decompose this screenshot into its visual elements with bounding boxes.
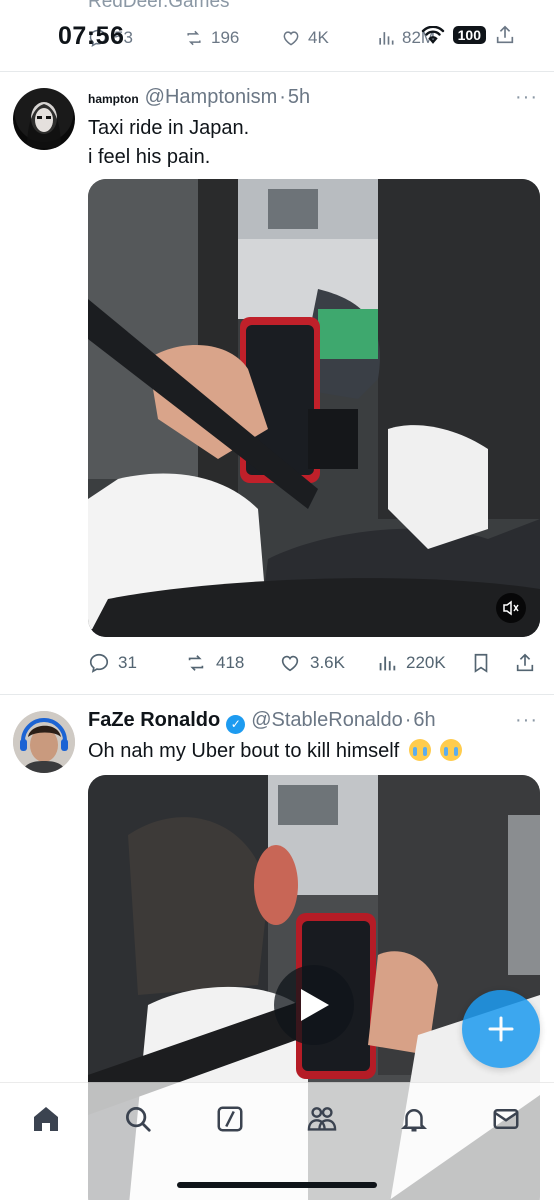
notifications-icon <box>400 1109 428 1132</box>
bookmark-icon <box>474 653 488 673</box>
repost-count: 418 <box>216 653 245 672</box>
muted-speaker-icon <box>503 600 519 616</box>
wifi-icon <box>421 26 444 44</box>
grok-icon <box>217 1106 243 1132</box>
repost-count: 196 <box>211 28 240 47</box>
user-handle[interactable]: @Hamptonism <box>145 86 278 109</box>
tweet-header: hampton @Hamptonism · 5h <box>88 86 310 109</box>
play-button[interactable] <box>274 965 354 1045</box>
tweet-header: FaZe Ronaldo ✓ @StableRonaldo · 6h <box>88 709 436 734</box>
battery-indicator: 100 <box>452 26 486 44</box>
repost-icon <box>187 30 201 46</box>
avatar[interactable] <box>13 88 75 150</box>
tweet-time: 5h <box>287 86 311 108</box>
display-name[interactable]: FaZe Ronaldo <box>88 709 220 732</box>
crying-face-icon <box>408 739 431 761</box>
crying-face-icon <box>440 739 463 761</box>
avatar-image <box>13 711 75 773</box>
tweet-hamptonism[interactable]: hampton @Hamptonism · 5h ··· Taxi ride i… <box>0 72 554 692</box>
home-indicator <box>177 1182 377 1188</box>
plus-icon <box>488 1016 514 1042</box>
share-button[interactable] <box>514 652 536 674</box>
nav-communities[interactable] <box>302 1099 342 1139</box>
like-count: 4K <box>308 28 329 47</box>
tweet-actions: 31 418 3.6K 220K <box>88 652 540 680</box>
repost-button[interactable]: 196 <box>183 28 239 48</box>
like-count: 3.6K <box>310 653 345 672</box>
video-frame <box>88 179 540 637</box>
share-icon <box>516 653 534 672</box>
like-button[interactable]: 4K <box>280 28 329 48</box>
views-icon <box>379 32 394 45</box>
communities-icon <box>307 1107 337 1131</box>
tweet-video[interactable] <box>88 179 540 637</box>
reply-icon <box>89 653 109 673</box>
avatar[interactable] <box>13 711 75 773</box>
nav-grok[interactable] <box>210 1099 250 1139</box>
views-button[interactable]: 220K <box>376 652 446 674</box>
nav-messages[interactable] <box>486 1099 526 1139</box>
heart-icon <box>283 31 299 46</box>
user-handle[interactable]: @StableRonaldo <box>251 709 403 732</box>
tweet-text: Taxi ride in Japan. i feel his pain. <box>88 114 249 172</box>
verified-badge-icon: ✓ <box>226 715 246 734</box>
more-options-button[interactable]: ··· <box>515 86 538 109</box>
search-icon <box>126 1107 151 1132</box>
views-count: 220K <box>406 653 446 672</box>
avatar-image <box>27 102 61 148</box>
like-button[interactable]: 3.6K <box>278 652 345 674</box>
messages-icon <box>493 1109 519 1129</box>
tweet-text-line: Taxi ride in Japan. <box>88 117 250 139</box>
clock: 07:56 <box>58 22 125 50</box>
tweet-text-line: i feel his pain. <box>88 146 211 168</box>
reply-count: 31 <box>118 653 137 672</box>
tweet-text: Oh nah my Uber bout to kill himself <box>88 735 463 766</box>
reply-button[interactable]: 31 <box>88 652 137 674</box>
previous-tweet-name: RedDeer.Games <box>88 0 230 12</box>
nav-search[interactable] <box>118 1099 158 1139</box>
bookmark-button[interactable] <box>470 652 492 674</box>
repost-button[interactable]: 418 <box>184 652 244 674</box>
views-icon <box>379 656 396 671</box>
share-icon[interactable] <box>494 24 516 46</box>
tweet-time: 6h <box>413 709 436 731</box>
status-icons: 100 <box>421 24 516 46</box>
home-icon <box>34 1107 58 1131</box>
nav-home[interactable] <box>26 1099 66 1139</box>
display-name[interactable]: hampton <box>88 92 139 106</box>
separator: · <box>279 86 286 108</box>
separator: · <box>404 709 412 731</box>
tweet-text-line: Oh nah my Uber bout to kill himself <box>88 740 400 762</box>
heart-icon <box>281 655 299 672</box>
repost-icon <box>188 655 204 671</box>
mute-button[interactable] <box>496 593 526 623</box>
compose-button[interactable] <box>462 990 540 1068</box>
status-bar: RedDeer.Games 53 196 4K 82M 07:56 100 <box>0 0 554 72</box>
nav-notifications[interactable] <box>394 1099 434 1139</box>
play-icon <box>301 989 329 1021</box>
more-options-button[interactable]: ··· <box>515 709 538 732</box>
